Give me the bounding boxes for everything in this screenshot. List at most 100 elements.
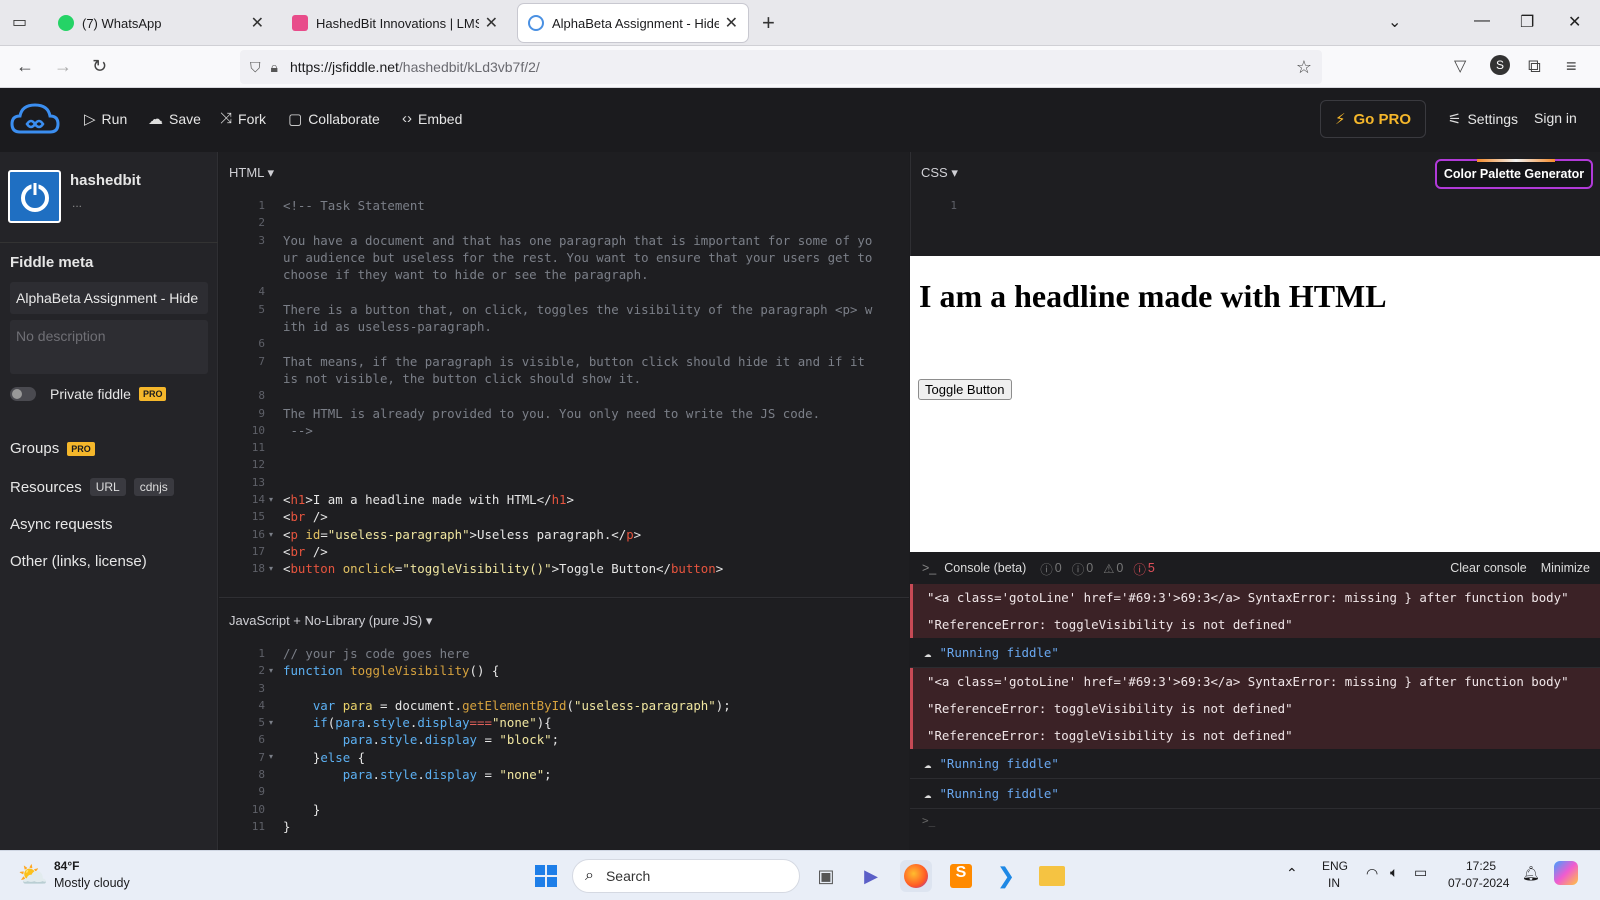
chat-icon: ▢ (288, 111, 303, 128)
back-icon[interactable]: ← (16, 56, 34, 77)
embed-button[interactable]: ‹› Embed (402, 110, 462, 127)
new-tab-icon[interactable]: + (762, 10, 775, 36)
html-comment-block[interactable]: <!-- Task Statement You have a document … (283, 197, 872, 439)
sidebar-item-groups[interactable]: Groups PRO (10, 440, 95, 457)
sign-in-button[interactable]: Sign in (1534, 110, 1577, 126)
console-panel: >_ Console (beta) ⓘ 0 ⓘ 0 ⚠ 0 ⓘ 5 Clear cons… (910, 552, 1600, 850)
console-entry-text: "ReferenceError: toggleVisibility is not… (927, 617, 1293, 632)
go-pro-button[interactable]: ⚡ Go PRO (1320, 100, 1426, 138)
embed-label: Embed (418, 110, 463, 127)
js-editor-panel[interactable]: JavaScript + No-Library (pure JS) ▾ 1234… (219, 599, 909, 850)
extensions-icon[interactable]: ⧉ (1528, 56, 1541, 77)
css-panel-label[interactable]: CSS ▾ (921, 165, 958, 181)
info-count: 0 (1086, 561, 1094, 575)
html-markup-block[interactable]: <h1>I am a headline made with HTML</h1> … (283, 491, 723, 577)
console-error-entry: "<a class='gotoLine' href='#69:3'>69:3</… (910, 584, 1600, 611)
sidebar-item-async-requests[interactable]: Async requests (10, 516, 113, 533)
clock-time[interactable]: 17:25 (1466, 859, 1496, 873)
teams-meet-icon[interactable]: ▶ (855, 860, 887, 892)
tab-jsfiddle[interactable]: AlphaBeta Assignment - Hide S ✕ (518, 4, 748, 42)
jsfiddle-logo-icon[interactable] (10, 100, 60, 138)
task-view-icon[interactable]: ▣ (810, 860, 842, 892)
clock-date[interactable]: 07-07-2024 (1448, 876, 1509, 890)
color-palette-generator-button[interactable]: Color Palette Generator (1435, 159, 1593, 189)
windows-start-icon[interactable] (530, 860, 562, 892)
console-input-prompt[interactable]: >_ (922, 814, 935, 827)
collaborate-button[interactable]: ▢ Collaborate (288, 110, 380, 128)
cloud-icon: ☁ (924, 756, 932, 771)
html-panel-label[interactable]: HTML ▾ (229, 165, 274, 181)
close-window-icon[interactable]: ✕ (1568, 12, 1581, 32)
close-tab-icon[interactable]: ✕ (485, 13, 498, 33)
file-explorer-icon[interactable] (1036, 860, 1068, 892)
result-iframe[interactable]: I am a headline made with HTML Toggle Bu… (910, 256, 1600, 552)
tab-overview-icon[interactable]: ▭ (12, 12, 27, 32)
js-line-numbers: 1 2 3 4 5 6 7 8 9 10 11 (251, 647, 265, 833)
minimize-window-icon[interactable]: — (1474, 12, 1490, 30)
settings-button[interactable]: ⚟ Settings (1448, 110, 1518, 128)
console-entry-text: "<a class='gotoLine' href='#69:3'>69:3</… (927, 590, 1569, 605)
wifi-icon[interactable]: ◠ (1366, 865, 1378, 882)
pocket-icon[interactable]: ▽ (1454, 56, 1466, 76)
js-panel-label[interactable]: JavaScript + No-Library (pure JS) ▾ (229, 613, 432, 629)
palette-stripe (1477, 159, 1555, 162)
taskbar-search[interactable]: ⌕ Search (572, 859, 800, 893)
fold-markers: ▾ ▾ ▾ (269, 666, 274, 762)
weather-temp[interactable]: 84°F (54, 859, 79, 873)
tab-whatsapp[interactable]: (7) WhatsApp ✕ (48, 4, 274, 42)
minimize-console-button[interactable]: Minimize (1541, 561, 1590, 575)
vscode-icon[interactable]: ❯ (990, 860, 1022, 892)
url-bar[interactable]: ⛉ 🔒︎ https://jsfiddle.net /hashedbit/kLd… (240, 50, 1322, 84)
url-tag[interactable]: URL (89, 478, 126, 496)
console-entry-text: "Running fiddle" (939, 756, 1059, 771)
private-fiddle-toggle[interactable]: Private fiddle PRO (10, 386, 167, 402)
save-button[interactable]: ☁ Save (148, 110, 201, 128)
async-label: Async requests (10, 516, 113, 533)
volume-icon[interactable]: 🔈︎ (1390, 864, 1398, 881)
fiddle-meta-heading: Fiddle meta (10, 254, 94, 271)
fiddle-description-input[interactable]: No description (10, 320, 208, 374)
forward-icon[interactable]: → (54, 56, 72, 77)
bookmark-star-icon[interactable]: ☆ (1296, 57, 1312, 78)
avatar[interactable] (8, 170, 61, 223)
sublime-text-icon[interactable]: S (945, 860, 977, 892)
sidebar-item-other[interactable]: Other (links, license) (10, 553, 147, 570)
cdnjs-tag[interactable]: cdnjs (133, 478, 174, 496)
fork-button[interactable]: ⤨ Fork (220, 110, 266, 127)
copilot-icon[interactable] (1554, 861, 1578, 885)
toggle-button[interactable]: Toggle Button (918, 379, 1012, 400)
sidebar-item-resources[interactable]: Resources URL cdnjs (10, 478, 174, 496)
tab-hashedbit-lms[interactable]: HashedBit Innovations | LMS ✕ (282, 4, 508, 42)
battery-icon[interactable]: ▭ (1414, 864, 1427, 881)
restore-window-icon[interactable]: ❐ (1520, 12, 1534, 32)
search-label: Search (605, 868, 651, 884)
clear-console-button[interactable]: Clear console (1450, 561, 1526, 575)
run-button[interactable]: ▷ Run (84, 110, 127, 128)
username[interactable]: hashedbit (70, 172, 141, 189)
toggle-switch[interactable] (10, 387, 36, 401)
close-tab-icon[interactable]: ✕ (725, 13, 738, 33)
account-icon[interactable]: S (1490, 55, 1510, 75)
notification-bell-icon[interactable]: 🔔︎ (1522, 865, 1540, 882)
windows-taskbar: ⛅ 84°F Mostly cloudy ⌕ Search ▣ ▶ S ❯ ⌃ … (0, 850, 1600, 900)
reload-icon[interactable]: ↻ (92, 56, 107, 77)
css-editor-panel[interactable]: CSS ▾ 1 Color Palette Generator (910, 152, 1600, 256)
power-icon (20, 180, 49, 212)
url-host: https://jsfiddle.net (289, 59, 399, 75)
html-editor-panel[interactable]: HTML ▾ 123 45 67 8 9 10 11 12 13 14 15 16 17 18 <!… (219, 152, 909, 598)
language-code[interactable]: ENG (1322, 859, 1348, 873)
language-region[interactable]: IN (1328, 876, 1340, 890)
list-tabs-icon[interactable]: ⌄ (1388, 12, 1401, 32)
close-tab-icon[interactable]: ✕ (251, 13, 264, 33)
fiddle-title-input[interactable]: AlphaBeta Assignment - Hide (10, 282, 208, 314)
cloud-upload-icon: ☁ (148, 111, 163, 128)
tray-chevron-icon[interactable]: ⌃ (1286, 865, 1298, 882)
menu-icon[interactable]: ≡ (1566, 56, 1577, 77)
cloud-icon: ☁ (924, 786, 932, 801)
browser-tab-bar: ▭ (7) WhatsApp ✕ HashedBit Innovations |… (0, 0, 1600, 46)
weather-desc[interactable]: Mostly cloudy (54, 876, 130, 890)
firefox-icon[interactable] (900, 860, 932, 892)
js-code-block[interactable]: // your js code goes here function toggl… (283, 645, 731, 835)
pro-badge: PRO (138, 387, 167, 401)
html-line-numbers: 123 45 67 8 9 10 11 12 13 14 15 16 17 18 (251, 199, 265, 576)
